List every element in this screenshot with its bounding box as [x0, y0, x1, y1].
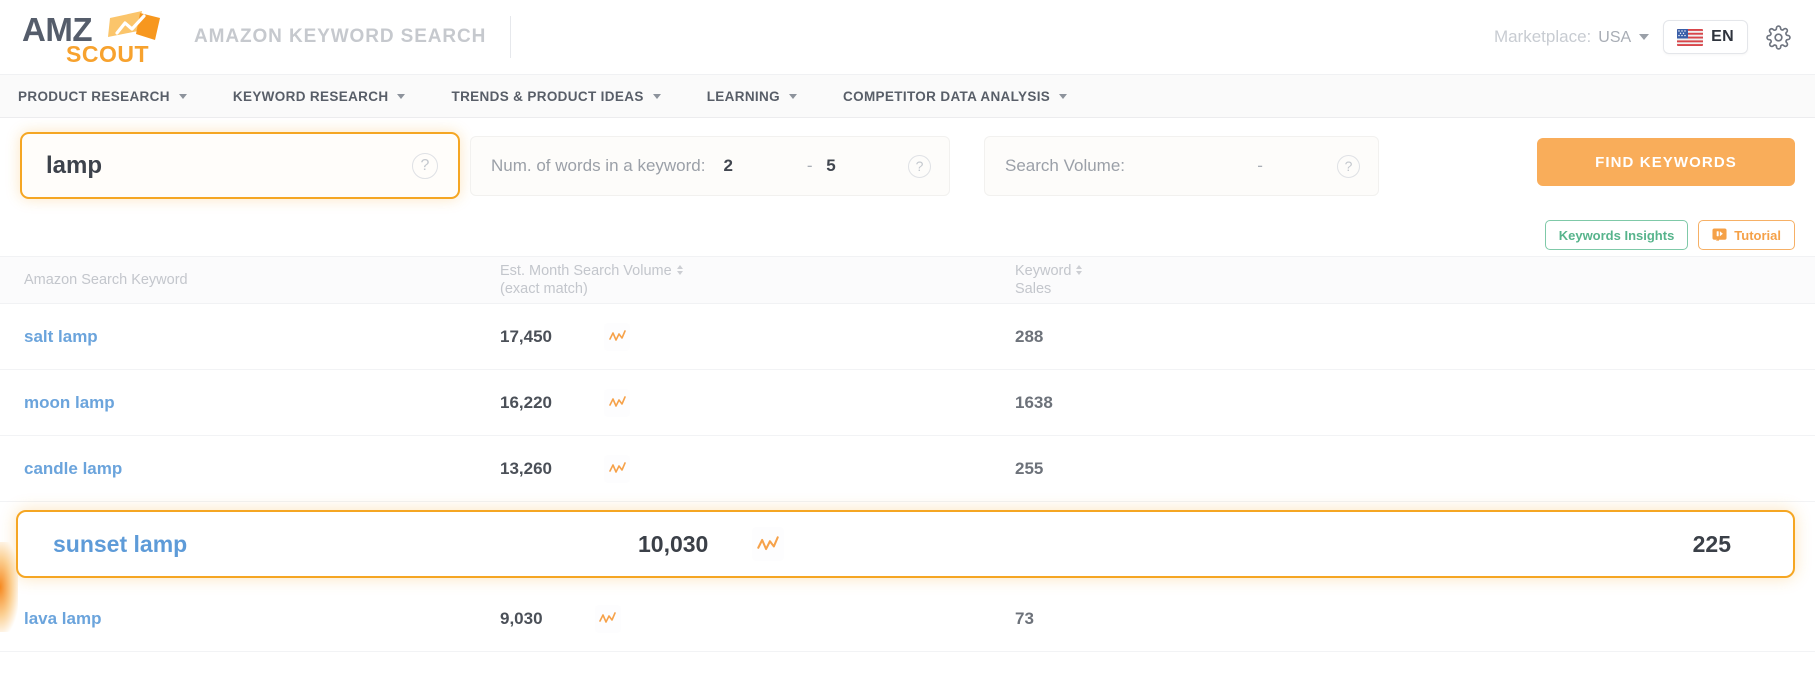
keyword-sales-cell: 73	[1015, 608, 1034, 628]
trend-chart-icon[interactable]	[604, 454, 630, 483]
sort-toggle-icon[interactable]	[676, 264, 683, 275]
nav-label: PRODUCT RESEARCH	[18, 88, 170, 104]
search-volume-value: 16,220	[500, 392, 552, 412]
trend-chart-icon[interactable]	[604, 322, 630, 351]
keyword-sales-cell: 225	[1692, 530, 1731, 557]
num-words-min-input[interactable]: 2	[723, 156, 805, 176]
table-row[interactable]: lava lamp 9,030 73	[0, 586, 1815, 652]
search-volume-value: 13,260	[500, 458, 552, 478]
nav-item-competitor-data-analysis[interactable]: COMPETITOR DATA ANALYSIS	[843, 75, 1089, 117]
table-row[interactable]: moon lamp 16,220 1638	[0, 370, 1815, 436]
search-volume-cell: 16,220	[500, 388, 1015, 417]
question-mark-icon[interactable]: ?	[1337, 154, 1360, 178]
search-volume-cell: 17,450	[500, 322, 1015, 351]
keywords-insights-label: Keywords Insights	[1558, 227, 1675, 243]
nav-label: TRENDS & PRODUCT IDEAS	[451, 88, 644, 104]
table-row[interactable]: salt lamp 17,450 288	[0, 304, 1815, 370]
trend-chart-icon[interactable]	[752, 527, 785, 561]
marketplace-value: USA	[1598, 29, 1632, 46]
keyword-sales-cell: 255	[1015, 458, 1044, 478]
keywords-table: Amazon Search Keyword Est. Month Search …	[0, 256, 1815, 652]
num-words-label: Num. of words in a keyword:	[491, 156, 706, 175]
header-actions: Marketplace: USA EN	[1494, 20, 1795, 54]
trend-chart-icon[interactable]	[594, 604, 621, 633]
chevron-down-icon	[1059, 93, 1068, 99]
marketplace-selector[interactable]: Marketplace: USA	[1493, 27, 1650, 47]
settings-button[interactable]	[1762, 21, 1795, 54]
chevron-down-icon	[178, 93, 187, 99]
search-volume-value: 9,030	[500, 608, 543, 628]
keyword-link[interactable]: moon lamp	[0, 393, 500, 413]
gear-icon	[1766, 24, 1791, 50]
chevron-down-icon	[397, 93, 406, 99]
nav-label: KEYWORD RESEARCH	[232, 88, 389, 104]
search-volume-cell: 13,260	[500, 454, 1015, 483]
amzscout-logo[interactable]: AMZ SCOUT	[22, 9, 162, 65]
nav-item-keyword-research[interactable]: KEYWORD RESEARCH	[233, 75, 428, 117]
tutorial-button[interactable]: Tutorial	[1698, 220, 1795, 250]
trend-chart-icon[interactable]	[604, 388, 630, 417]
logo-graphic: AMZ SCOUT	[22, 11, 160, 65]
search-volume-cell: 9,030	[500, 604, 1015, 633]
app-root: AMZ SCOUT AMAZON KEYWORD SEARCH Marketpl…	[0, 0, 1815, 686]
header-divider	[510, 16, 512, 58]
chevron-down-icon	[789, 93, 797, 99]
keyword-sales-cell: 288	[1015, 326, 1044, 346]
nav-item-product-research[interactable]: PRODUCT RESEARCH	[18, 75, 209, 117]
search-volume-filter: Search Volume: - ?	[984, 136, 1379, 196]
video-tutorial-icon	[1712, 227, 1727, 241]
column-header-keyword: Amazon Search Keyword	[0, 271, 500, 289]
secondary-actions: Keywords Insights Tutorial	[0, 214, 1815, 256]
nav-label: COMPETITOR DATA ANALYSIS	[843, 88, 1051, 104]
page-title: AMAZON KEYWORD SEARCH	[194, 26, 487, 47]
chevron-down-icon	[652, 93, 661, 99]
filter-bar: lamp ? Num. of words in a keyword: 2 - 5…	[0, 118, 1815, 214]
keywords-insights-button[interactable]: Keywords Insights	[1544, 220, 1689, 250]
top-bar: AMZ SCOUT AMAZON KEYWORD SEARCH Marketpl…	[0, 0, 1815, 74]
keyword-sales-cell: 1638	[1015, 392, 1053, 412]
tutorial-label: Tutorial	[1734, 227, 1781, 243]
column-header-sales-line1: Keyword	[1015, 262, 1072, 279]
range-separator: -	[806, 156, 813, 175]
column-header-keyword-label: Amazon Search Keyword	[24, 271, 188, 288]
search-volume-cell: 10,030	[504, 527, 1024, 561]
question-mark-icon[interactable]: ?	[412, 152, 438, 179]
nav-label: LEARNING	[706, 88, 780, 104]
search-volume-value: 10,030	[638, 530, 709, 557]
search-volume-label: Search Volume:	[1005, 156, 1126, 175]
keyword-link[interactable]: sunset lamp	[18, 531, 504, 558]
svg-text:SCOUT: SCOUT	[66, 41, 149, 65]
num-words-filter: Num. of words in a keyword: 2 - 5 ?	[470, 136, 950, 196]
marketplace-label: Marketplace:	[1493, 27, 1592, 46]
search-input-value[interactable]: lamp	[46, 152, 412, 180]
keyword-link[interactable]: candle lamp	[0, 459, 500, 479]
column-header-volume-line1: Est. Month Search Volume	[500, 262, 672, 279]
us-flag-icon	[1677, 28, 1704, 46]
main-navigation: PRODUCT RESEARCH KEYWORD RESEARCH TRENDS…	[0, 74, 1815, 118]
keyword-search-field[interactable]: lamp ?	[20, 132, 460, 199]
find-keywords-button[interactable]: FIND KEYWORDS	[1537, 138, 1795, 186]
keyword-link[interactable]: salt lamp	[0, 327, 500, 347]
highlighted-row-container: sunset lamp 10,030 225	[0, 502, 1815, 586]
range-separator: -	[1257, 156, 1263, 175]
table-row-selected[interactable]: sunset lamp 10,030 225	[16, 510, 1795, 578]
language-selector[interactable]: EN	[1663, 20, 1748, 54]
sort-toggle-icon[interactable]	[1076, 264, 1083, 275]
keyword-link[interactable]: lava lamp	[0, 609, 500, 629]
nav-item-learning[interactable]: LEARNING	[707, 75, 819, 117]
num-words-max-input[interactable]: 5	[826, 156, 908, 176]
table-header-row: Amazon Search Keyword Est. Month Search …	[0, 256, 1815, 304]
column-header-sales-line2: Sales	[1015, 281, 1052, 297]
table-row[interactable]: candle lamp 13,260 255	[0, 436, 1815, 502]
column-header-keyword-sales[interactable]: Keyword Sales	[1015, 262, 1815, 298]
question-mark-icon[interactable]: ?	[908, 154, 931, 178]
column-header-volume-line2: (exact match)	[500, 281, 588, 297]
language-label: EN	[1711, 28, 1734, 45]
column-header-search-volume[interactable]: Est. Month Search Volume (exact match)	[500, 262, 1015, 298]
nav-item-trends-product-ideas[interactable]: TRENDS & PRODUCT IDEAS	[451, 75, 682, 117]
chevron-down-icon	[1639, 34, 1650, 40]
search-volume-value: 17,450	[500, 326, 552, 346]
